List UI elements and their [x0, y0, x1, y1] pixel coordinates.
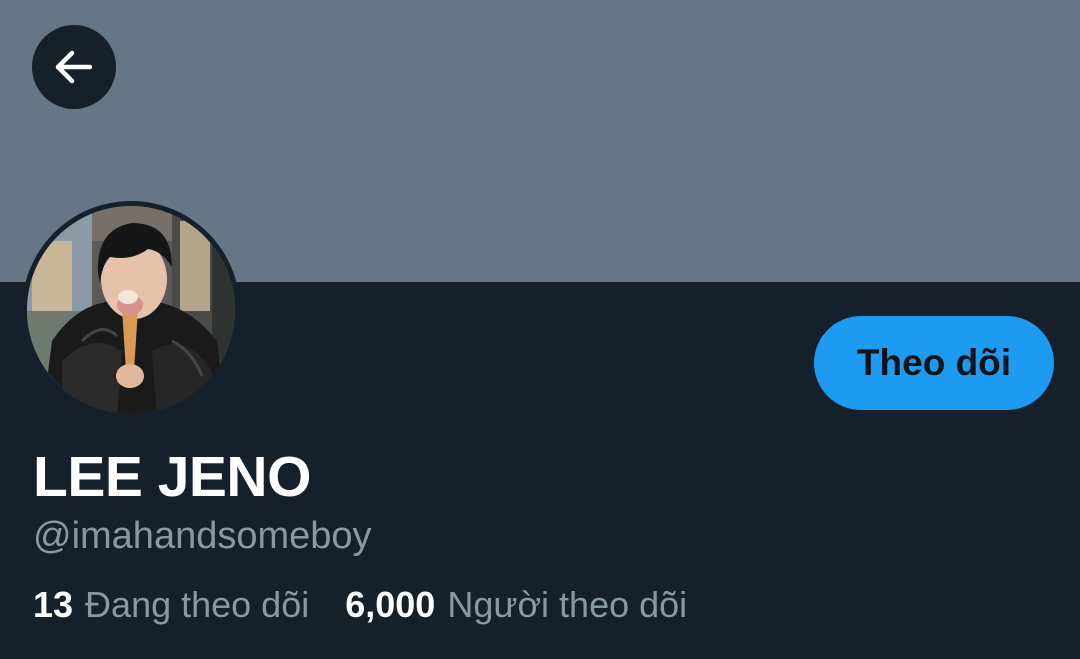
display-name: LEE JENO — [33, 445, 311, 509]
profile-photo — [27, 206, 235, 414]
follow-button[interactable]: Theo dõi — [814, 316, 1054, 410]
followers-label: Người theo dõi — [447, 584, 688, 625]
following-link[interactable]: 13 Đang theo dõi — [33, 580, 309, 630]
username-handle: @imahandsomeboy — [33, 515, 372, 557]
followers-link[interactable]: 6,000 Người theo dõi — [345, 580, 687, 630]
avatar[interactable] — [22, 201, 240, 419]
back-button[interactable] — [32, 25, 116, 109]
following-count: 13 — [33, 584, 74, 625]
followers-count: 6,000 — [345, 584, 436, 625]
following-label: Đang theo dõi — [85, 584, 310, 625]
follow-stats: 13 Đang theo dõi 6,000 Người theo dõi — [33, 580, 687, 630]
arrow-left-icon — [55, 50, 93, 84]
